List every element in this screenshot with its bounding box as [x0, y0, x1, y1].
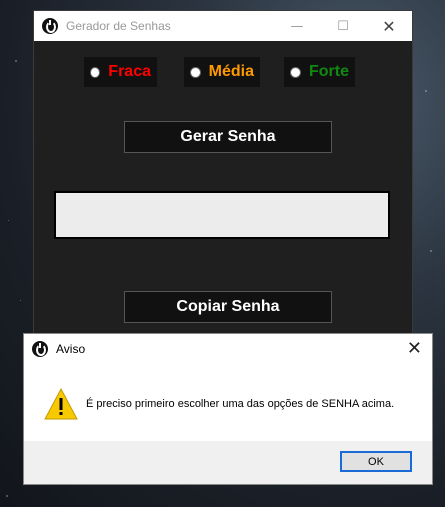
- dialog-title: Aviso: [56, 342, 86, 356]
- radio-circle-icon: [190, 66, 201, 78]
- main-titlebar[interactable]: Gerador de Senhas — ☐ ✕: [34, 11, 412, 41]
- dialog-titlebar[interactable]: Aviso ✕: [24, 334, 432, 364]
- generate-password-button[interactable]: Gerar Senha: [124, 121, 332, 153]
- radio-label-fraca: Fraca: [108, 63, 151, 80]
- dialog-message: É preciso primeiro escolher uma das opçõ…: [86, 398, 395, 410]
- dialog-close-button[interactable]: ✕: [407, 338, 422, 359]
- radio-forte[interactable]: Forte: [284, 57, 355, 87]
- dialog-footer: OK: [24, 441, 432, 484]
- minimize-button[interactable]: —: [274, 11, 320, 41]
- copy-password-button[interactable]: Copiar Senha: [124, 291, 332, 323]
- radio-circle-icon: [290, 66, 301, 78]
- ok-button[interactable]: OK: [340, 451, 412, 472]
- radio-media[interactable]: Média: [184, 57, 260, 87]
- warning-icon: [44, 388, 78, 420]
- app-power-icon: [42, 18, 58, 34]
- dialog-body: É preciso primeiro escolher uma das opçõ…: [24, 364, 432, 442]
- main-window: Gerador de Senhas — ☐ ✕ Fraca Média Fort…: [33, 10, 413, 340]
- window-title: Gerador de Senhas: [66, 19, 171, 33]
- password-field[interactable]: [54, 191, 390, 239]
- warning-dialog: Aviso ✕ É preciso primeiro escolher uma …: [23, 333, 433, 485]
- radio-label-forte: Forte: [309, 63, 349, 80]
- maximize-button[interactable]: ☐: [320, 11, 366, 41]
- radio-circle-icon: [90, 66, 101, 78]
- radio-fraca[interactable]: Fraca: [84, 57, 157, 87]
- app-power-icon: [32, 341, 48, 357]
- radio-label-media: Média: [208, 63, 254, 80]
- close-button[interactable]: ✕: [366, 11, 412, 41]
